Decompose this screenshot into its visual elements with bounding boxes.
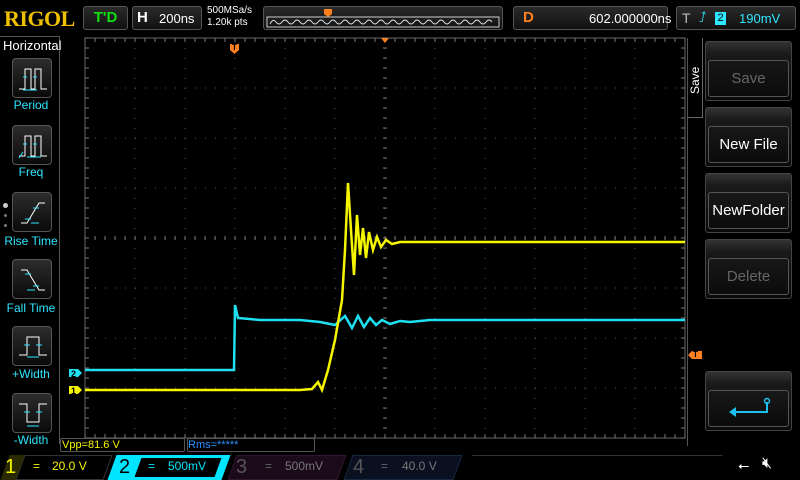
ch4-coupling: = <box>381 459 389 473</box>
new-folder-label: NewFolder <box>708 192 789 229</box>
graticule <box>84 37 686 439</box>
right-menu-title: Save <box>688 66 702 94</box>
ch1-marker-label: 1 <box>71 386 77 396</box>
sound-muted-icon[interactable]: 🔇︎ <box>762 455 772 473</box>
delete-label: Delete <box>708 258 789 295</box>
center-marker <box>381 38 389 43</box>
ch3-number: 3 <box>236 456 248 478</box>
vpp-measurement[interactable]: Vpp=81.6 V <box>60 438 185 452</box>
new-folder-button[interactable]: NewFolder <box>705 173 792 233</box>
new-file-button[interactable]: New File <box>705 107 792 167</box>
ch2-scale[interactable]: 500mV <box>168 459 206 473</box>
ch3-coupling: = <box>265 459 273 473</box>
ch4-scale[interactable]: 40.0 V <box>402 459 437 473</box>
ch1-coupling: = <box>33 459 41 473</box>
ch4-number: 4 <box>353 456 365 478</box>
waveform-display[interactable] <box>0 0 800 480</box>
ch2-number: 2 <box>119 456 131 478</box>
return-arrow-icon <box>728 397 770 417</box>
trigger-marker-label: T <box>232 43 237 52</box>
ch2-coupling: = <box>148 459 156 473</box>
rms-measurement[interactable]: Rms=***** <box>187 438 315 452</box>
new-file-label: New File <box>708 126 789 163</box>
save-button[interactable]: Save <box>705 41 792 101</box>
delete-button[interactable]: Delete <box>705 239 792 299</box>
ch1-number: 1 <box>5 456 17 478</box>
return-button[interactable] <box>705 371 792 431</box>
ch3-scale[interactable]: 500mV <box>285 459 323 473</box>
usb-icon: ⭠ <box>738 457 750 473</box>
ch1-scale[interactable]: 20.0 V <box>52 459 87 473</box>
save-label: Save <box>708 60 789 97</box>
ch2-marker-label: 2 <box>71 369 77 379</box>
